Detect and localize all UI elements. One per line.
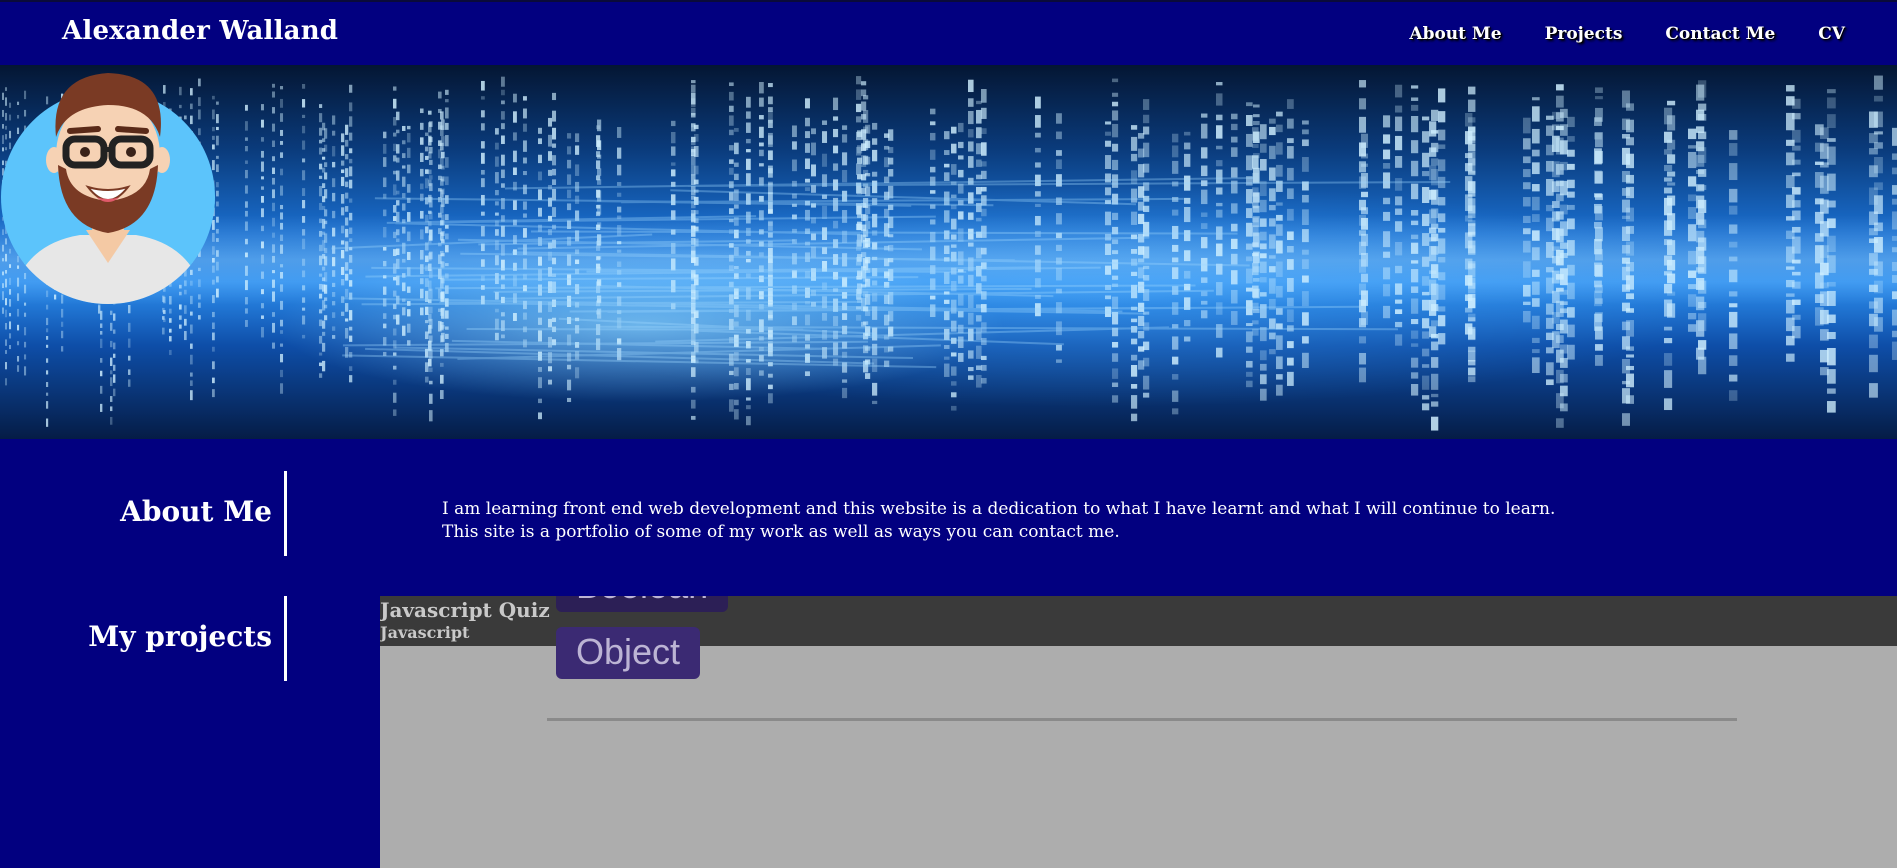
about-line-1: I am learning front end web development …: [442, 499, 1556, 519]
nav-about-me[interactable]: About Me: [1409, 24, 1501, 44]
project-title[interactable]: Javascript Quiz: [380, 598, 550, 622]
site-title[interactable]: Alexander Walland: [62, 16, 338, 46]
about-divider: [284, 471, 287, 556]
project-card-javascript-quiz[interactable]: Boolean Object Javascript Quiz Javascrip…: [380, 596, 1897, 868]
about-line-2: This site is a portfolio of some of my w…: [442, 522, 1120, 542]
my-projects-heading: My projects: [88, 620, 272, 653]
nav-projects[interactable]: Projects: [1545, 24, 1623, 44]
about-me-heading: About Me: [120, 495, 272, 528]
digital-code-background: [0, 75, 1897, 431]
hero-banner: [0, 65, 1897, 439]
projects-divider: [284, 596, 287, 681]
preview-divider-line: [547, 718, 1737, 721]
nav-contact-me[interactable]: Contact Me: [1665, 24, 1775, 44]
site-header: Alexander Walland About Me Projects Cont…: [0, 0, 1897, 65]
main-nav: About Me Projects Contact Me CV: [1409, 24, 1845, 44]
project-language-tag: Javascript: [380, 623, 470, 642]
about-description: I am learning front end web development …: [442, 498, 1555, 544]
quiz-answer-boolean-button: Boolean: [556, 596, 729, 612]
nav-cv[interactable]: CV: [1818, 24, 1845, 44]
profile-avatar: [1, 73, 215, 304]
quiz-answer-object-button: Object: [556, 627, 701, 679]
